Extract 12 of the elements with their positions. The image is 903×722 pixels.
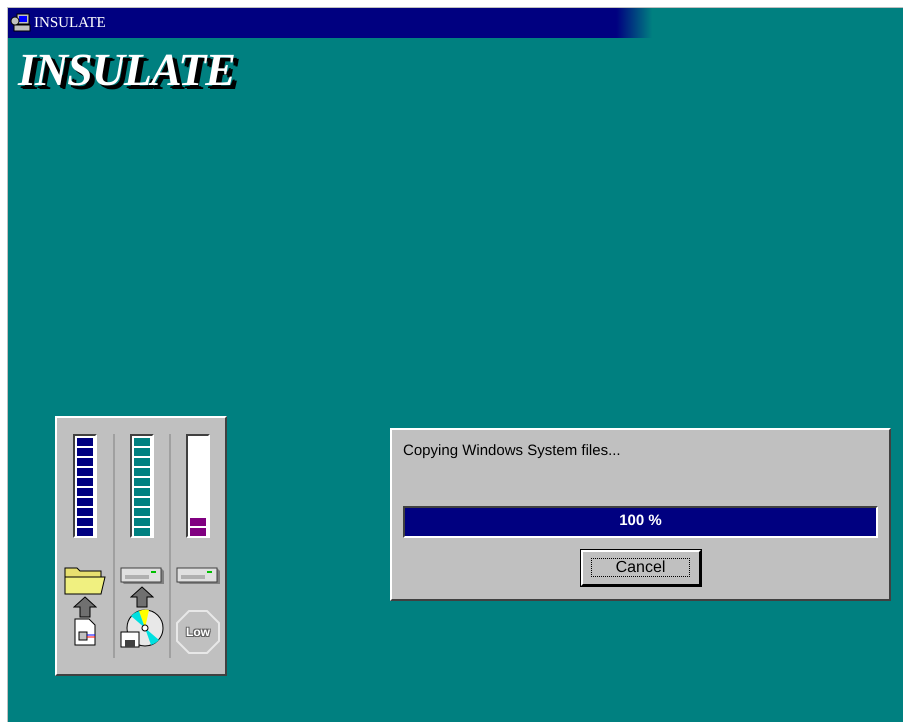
up-arrow-icon (130, 586, 154, 608)
logo-text: INSULATE (18, 44, 235, 95)
up-arrow-icon (73, 596, 97, 618)
document-icon (73, 618, 97, 646)
progress-percent: 100 % (618, 511, 663, 532)
low-label: Low (186, 624, 210, 641)
stop-sign-icon (176, 610, 220, 654)
status-message: Copying Windows System files... (403, 441, 622, 461)
window-title: INSULATE (34, 14, 106, 33)
computer-setup-icon (10, 13, 32, 33)
cd-and-floppy-icon (119, 608, 165, 648)
cancel-button[interactable]: Cancel (580, 550, 700, 586)
